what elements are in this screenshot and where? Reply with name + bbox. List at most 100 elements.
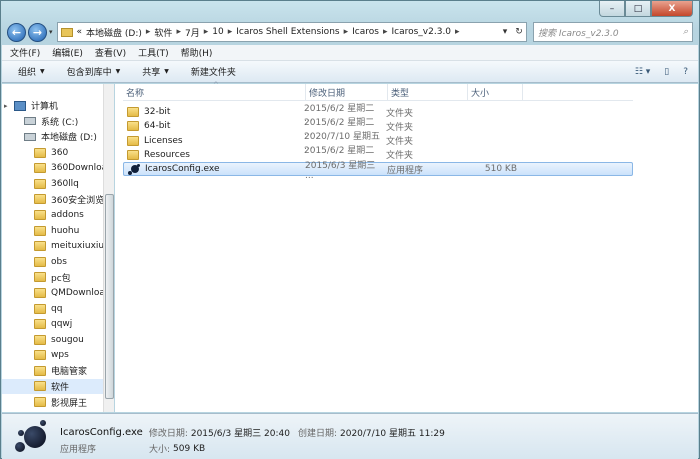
- modified-value: 2015/6/3 星期三 20:40: [190, 429, 290, 439]
- sort-indicator-icon: ^: [213, 80, 219, 89]
- organize-button[interactable]: 组织 ▼: [18, 65, 45, 78]
- preview-pane-icon[interactable]: ▯: [664, 67, 669, 77]
- nav-item[interactable]: qqwj: [2, 316, 113, 332]
- nav-item[interactable]: pc包: [2, 270, 113, 286]
- breadcrumb-separator-icon[interactable]: ▸: [176, 27, 181, 37]
- nav-item-label: sougou: [51, 334, 84, 345]
- help-icon[interactable]: ?: [683, 67, 688, 77]
- search-input[interactable]: 搜索 Icaros_v2.3.0 ⌕: [533, 22, 693, 42]
- folder-icon: [34, 287, 46, 298]
- app-icon: [14, 420, 50, 454]
- size-label: 大小:: [149, 445, 171, 455]
- app-icon: [128, 163, 140, 175]
- view-options-icon[interactable]: ☷ ▾: [635, 67, 650, 77]
- breadcrumb-item[interactable]: 7月: [185, 26, 200, 39]
- nav-item[interactable]: 360安全浏览器: [2, 192, 113, 208]
- nav-item[interactable]: 软件: [2, 378, 113, 395]
- folder-icon: [34, 397, 46, 408]
- column-size[interactable]: 大小: [468, 83, 523, 101]
- file-type: 文件夹: [386, 137, 414, 148]
- breadcrumb-separator-icon[interactable]: ▸: [455, 27, 460, 37]
- breadcrumb-item[interactable]: 本地磁盘 (D:): [86, 26, 142, 39]
- nav-item-label: meituxiuxiu: [51, 241, 105, 252]
- file-row[interactable]: IcarosConfig.exe 2015/6/3 星期三 ... 应用程序 510 …: [123, 161, 633, 181]
- nav-item-label: qqwj: [51, 319, 73, 330]
- menu-help[interactable]: 帮助(H): [181, 46, 213, 59]
- breadcrumb-separator-icon[interactable]: ▸: [383, 27, 388, 37]
- explorer-window: – □ X ← → ▾ « 本地磁盘 (D:) ▸ 软件 ▸ 7月 ▸ 10 ▸ Icaros …: [0, 0, 700, 459]
- nav-item-label: 软件: [51, 382, 70, 393]
- nav-item[interactable]: 360llq: [2, 176, 113, 192]
- folder-icon: [127, 121, 139, 132]
- file-date: 2015/6/3 星期三 ...: [305, 160, 376, 181]
- breadcrumb-separator-icon[interactable]: ▸: [344, 27, 349, 37]
- nav-item[interactable]: addons: [2, 207, 113, 223]
- folder-icon: [127, 149, 139, 160]
- nav-item[interactable]: obs: [2, 254, 113, 270]
- nav-item[interactable]: ▸ 计算机: [2, 98, 113, 114]
- scrollbar-thumb[interactable]: [105, 194, 114, 399]
- nav-item[interactable]: 电脑管家: [2, 363, 113, 379]
- column-name-label: 名称: [126, 88, 145, 99]
- back-button[interactable]: ←: [7, 22, 26, 42]
- include-in-library-button[interactable]: 包含到库中 ▼: [67, 65, 121, 78]
- minimize-button[interactable]: –: [599, 1, 625, 17]
- breadcrumb-separator-icon[interactable]: ▸: [146, 27, 151, 37]
- nav-item[interactable]: 影视屏王: [2, 394, 113, 410]
- close-button[interactable]: X: [651, 1, 693, 17]
- nav-item[interactable]: 360Downloads: [2, 160, 113, 176]
- folder-icon: [34, 272, 46, 283]
- menu-view[interactable]: 查看(V): [95, 46, 126, 59]
- navigation-scrollbar[interactable]: [103, 84, 114, 412]
- forward-button[interactable]: →: [28, 22, 47, 42]
- folder-icon: [34, 225, 46, 236]
- nav-item[interactable]: sougou: [2, 332, 113, 348]
- nav-item-label: 影视屏王: [51, 398, 88, 409]
- breadcrumb-item[interactable]: Icaros_v2.3.0: [391, 27, 451, 37]
- menu-tools[interactable]: 工具(T): [138, 46, 169, 59]
- breadcrumb-item[interactable]: Icaros Shell Extensions: [236, 27, 339, 37]
- search-icon: ⌕: [682, 27, 688, 37]
- nav-item-label: pc包: [51, 273, 71, 284]
- nav-item-label: 系统 (C:): [41, 117, 79, 128]
- breadcrumb-separator-icon[interactable]: ▸: [228, 27, 233, 37]
- selected-file-name: IcarosConfig.exe: [60, 427, 143, 438]
- folder-icon: [34, 178, 46, 189]
- breadcrumb-item[interactable]: 10: [212, 27, 223, 37]
- column-type[interactable]: 类型: [388, 83, 468, 101]
- breadcrumb-item[interactable]: Icaros: [352, 27, 379, 37]
- maximize-button[interactable]: □: [625, 1, 651, 17]
- share-button[interactable]: 共享 ▼: [142, 65, 169, 78]
- nav-item-label: 电脑管家: [51, 367, 88, 378]
- column-date[interactable]: 修改日期: [306, 83, 388, 101]
- address-dropdown-icon[interactable]: ▾: [498, 27, 512, 37]
- nav-item[interactable]: 360: [2, 145, 113, 161]
- folder-icon: [34, 350, 46, 361]
- nav-item-label: wps: [51, 350, 69, 361]
- nav-item[interactable]: wps: [2, 348, 113, 364]
- address-bar[interactable]: « 本地磁盘 (D:) ▸ 软件 ▸ 7月 ▸ 10 ▸ Icaros Shell Extens…: [56, 22, 527, 42]
- nav-item-label: addons: [51, 209, 84, 220]
- nav-item[interactable]: huohu: [2, 223, 113, 239]
- menu-edit[interactable]: 编辑(E): [52, 46, 83, 59]
- drive-icon: [24, 132, 36, 141]
- folder-icon: [34, 163, 46, 174]
- folder-icon: [34, 147, 46, 158]
- nav-item[interactable]: 系统 (C:): [2, 114, 113, 130]
- nav-item[interactable]: meituxiuxiu: [2, 238, 113, 254]
- menu-file[interactable]: 文件(F): [10, 46, 40, 59]
- nav-item[interactable]: qq: [2, 301, 113, 317]
- folder-icon: [34, 334, 46, 345]
- nav-item[interactable]: QMDownload: [2, 285, 113, 301]
- address-overflow[interactable]: «: [77, 27, 83, 37]
- expand-arrow-icon[interactable]: ▸: [4, 102, 14, 110]
- breadcrumb-separator-icon[interactable]: ▸: [204, 27, 209, 37]
- recent-pages-dropdown[interactable]: ▾: [49, 28, 53, 36]
- column-name[interactable]: 名称 ^: [123, 80, 306, 101]
- file-name: Licenses: [144, 135, 183, 146]
- refresh-icon[interactable]: ↻: [512, 27, 526, 37]
- nav-item-label: qq: [51, 303, 63, 314]
- breadcrumb-item[interactable]: 软件: [154, 26, 172, 39]
- nav-item[interactable]: 本地磁盘 (D:): [2, 129, 113, 145]
- new-folder-button[interactable]: 新建文件夹: [191, 65, 236, 78]
